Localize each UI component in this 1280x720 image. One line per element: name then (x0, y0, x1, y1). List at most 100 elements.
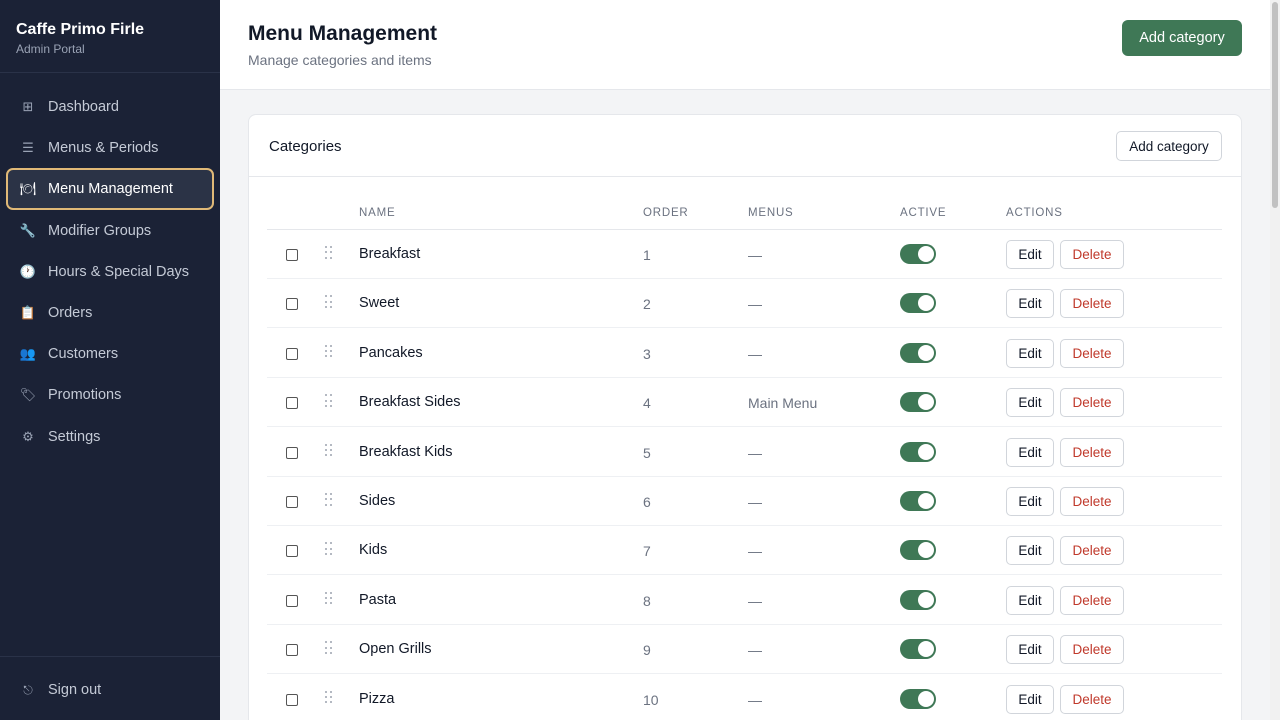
active-toggle[interactable] (900, 589, 936, 610)
table-row: Kids 7 — Edit Delete (267, 526, 1222, 576)
category-menus: — (748, 444, 762, 461)
row-checkbox[interactable] (286, 496, 298, 508)
delete-button[interactable]: Delete (1060, 635, 1124, 665)
delete-button[interactable]: Delete (1060, 437, 1124, 467)
delete-button[interactable]: Delete (1060, 240, 1124, 269)
sign-out-label: Sign out (48, 682, 102, 698)
category-name: Breakfast Kids (359, 443, 453, 460)
row-checkbox[interactable] (286, 594, 298, 607)
sidebar-item-orders[interactable]: 📋 Orders (6, 292, 214, 334)
edit-button[interactable]: Edit (1006, 437, 1054, 467)
add-category-button[interactable]: Add category (1122, 20, 1242, 56)
table-row: Pizza 10 — Edit Delete (267, 675, 1222, 720)
row-checkbox[interactable] (286, 397, 298, 410)
gear-icon: ⚙ (22, 428, 34, 444)
column-header-name: Name (359, 207, 396, 219)
card-add-category-button[interactable]: Add category (1116, 131, 1222, 161)
drag-handle-icon[interactable] (325, 443, 333, 458)
card-header: Categories Add category (249, 115, 1241, 177)
drag-handle-icon[interactable] (325, 394, 333, 408)
delete-button[interactable]: Delete (1060, 487, 1124, 516)
toggle-knob (918, 443, 934, 460)
category-menus: Main Menu (748, 395, 818, 412)
toggle-knob (918, 591, 934, 608)
active-toggle[interactable] (900, 342, 936, 363)
active-toggle[interactable] (900, 491, 936, 511)
category-order: 2 (643, 296, 651, 313)
column-header-active: Active (900, 207, 947, 219)
edit-button[interactable]: Edit (1006, 585, 1054, 615)
sidebar-item-menu-management[interactable]: 🍽 Menu Management (6, 168, 214, 211)
sidebar-item-customers[interactable]: 👥 Customers (6, 333, 214, 375)
table-header: Name Order Menus Active Actions (267, 199, 1222, 230)
category-order: 5 (643, 444, 651, 461)
category-menus: — (748, 247, 762, 263)
category-menus: — (748, 543, 762, 560)
table-row: Sweet 2 — Edit Delete (267, 279, 1222, 329)
sidebar-item-hours-and-special-days[interactable]: 🕐 Hours & Special Days (6, 251, 214, 293)
sidebar-item-dashboard[interactable]: ⊞ Dashboard (6, 86, 214, 128)
scrollbar-thumb[interactable] (1272, 2, 1278, 208)
delete-button[interactable]: Delete (1060, 338, 1124, 368)
category-name: Kids (359, 542, 388, 559)
drag-handle-icon[interactable] (325, 344, 333, 359)
row-checkbox[interactable] (286, 545, 298, 558)
brand: Caffe Primo Firle Admin Portal (0, 0, 220, 73)
categories-card: Categories Add category Name Order Menus… (248, 114, 1242, 720)
drag-handle-icon[interactable] (325, 493, 333, 507)
row-checkbox[interactable] (286, 693, 298, 706)
active-toggle[interactable] (900, 639, 936, 660)
sidebar-item-modifier-groups[interactable]: 🔧 Modifier Groups (6, 210, 214, 252)
delete-button[interactable]: Delete (1060, 585, 1124, 615)
category-name: Sweet (359, 295, 400, 312)
row-checkbox[interactable] (286, 298, 298, 311)
sign-out-button[interactable]: ⎋ Sign out (6, 669, 214, 711)
active-toggle[interactable] (900, 688, 936, 709)
delete-button[interactable]: Delete (1060, 536, 1124, 566)
active-toggle[interactable] (900, 441, 936, 462)
drag-handle-icon[interactable] (325, 542, 333, 556)
active-toggle[interactable] (900, 392, 936, 413)
row-checkbox[interactable] (286, 249, 298, 261)
category-order: 10 (643, 691, 659, 708)
wrench-icon: 🔧 (19, 222, 37, 238)
drag-handle-icon[interactable] (325, 246, 333, 260)
category-name: Pasta (359, 591, 397, 608)
users-icon: 👥 (19, 346, 37, 362)
sidebar-item-label: Promotions (48, 387, 122, 404)
table-row: Pancakes 3 — Edit Delete (267, 329, 1222, 378)
edit-button[interactable]: Edit (1006, 536, 1054, 566)
edit-button[interactable]: Edit (1006, 240, 1054, 269)
active-toggle[interactable] (900, 244, 936, 264)
row-checkbox[interactable] (286, 446, 298, 459)
edit-button[interactable]: Edit (1006, 487, 1054, 516)
delete-button[interactable]: Delete (1060, 289, 1124, 319)
page-scrollbar[interactable] (1270, 0, 1280, 720)
sidebar-item-menus-and-periods[interactable]: ☰ Menus & Periods (6, 127, 214, 169)
edit-button[interactable]: Edit (1006, 635, 1054, 665)
sidebar-item-settings[interactable]: ⚙ Settings (6, 416, 214, 458)
sidebar: Caffe Primo Firle Admin Portal ⊞ Dashboar… (0, 0, 220, 720)
ticket-icon: 🏷 (19, 387, 37, 403)
active-toggle[interactable] (900, 540, 936, 561)
category-menus: — (748, 592, 762, 609)
active-toggle[interactable] (900, 293, 936, 314)
sidebar-item-promotions[interactable]: 🏷 Promotions (6, 374, 214, 416)
category-menus: — (748, 345, 762, 362)
column-header-menus: Menus (748, 207, 794, 219)
drag-handle-icon[interactable] (325, 591, 333, 606)
edit-button[interactable]: Edit (1006, 684, 1054, 714)
category-name: Breakfast (359, 246, 421, 262)
edit-button[interactable]: Edit (1006, 388, 1054, 418)
receipt-icon: 📋 (19, 305, 37, 320)
edit-button[interactable]: Edit (1006, 289, 1054, 319)
row-checkbox[interactable] (286, 347, 298, 360)
delete-button[interactable]: Delete (1060, 388, 1124, 418)
toggle-knob (918, 690, 934, 707)
drag-handle-icon[interactable] (325, 295, 333, 309)
delete-button[interactable]: Delete (1060, 684, 1124, 714)
edit-button[interactable]: Edit (1006, 338, 1054, 368)
row-checkbox[interactable] (286, 644, 298, 657)
drag-handle-icon[interactable] (325, 641, 333, 655)
drag-handle-icon[interactable] (325, 690, 333, 705)
